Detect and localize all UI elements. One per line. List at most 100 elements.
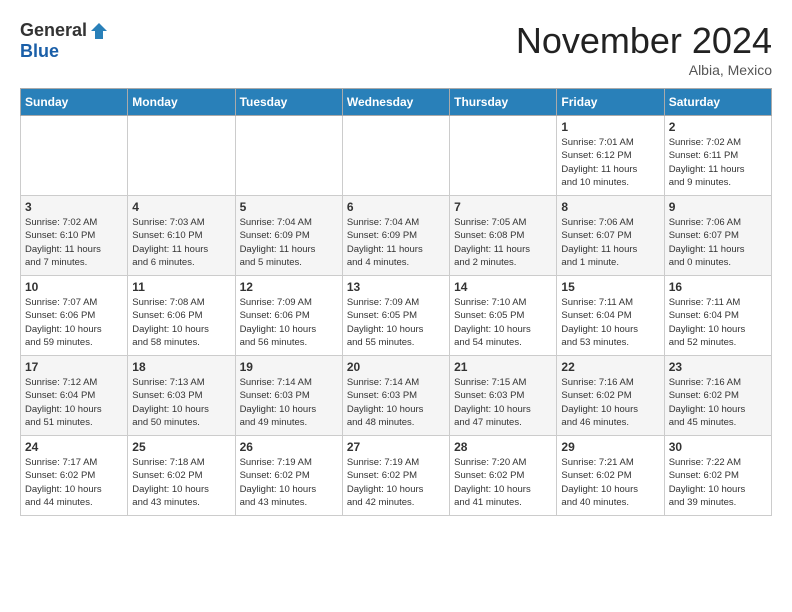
calendar-cell: 21Sunrise: 7:15 AM Sunset: 6:03 PM Dayli… xyxy=(450,356,557,436)
day-info: Sunrise: 7:05 AM Sunset: 6:08 PM Dayligh… xyxy=(454,216,552,269)
day-number: 22 xyxy=(561,360,659,374)
calendar-cell xyxy=(342,116,449,196)
day-info: Sunrise: 7:20 AM Sunset: 6:02 PM Dayligh… xyxy=(454,456,552,509)
calendar-cell: 10 Sunrise: 7:07 AM Sunset: 6:06 PM Dayli… xyxy=(21,276,128,356)
calendar-cell: 22Sunrise: 7:16 AM Sunset: 6:02 PM Dayli… xyxy=(557,356,664,436)
calendar-cell: 4 Sunrise: 7:03 AM Sunset: 6:10 PM Daylig… xyxy=(128,196,235,276)
logo-blue-text: Blue xyxy=(20,41,59,62)
day-info: Sunrise: 7:16 AM Sunset: 6:02 PM Dayligh… xyxy=(669,376,767,429)
day-number: 21 xyxy=(454,360,552,374)
day-number: 18 xyxy=(132,360,230,374)
day-info: Sunrise: 7:11 AM Sunset: 6:04 PM Dayligh… xyxy=(561,296,659,349)
day-number: 5 xyxy=(240,200,338,214)
calendar-week-3: 10 Sunrise: 7:07 AM Sunset: 6:06 PM Dayli… xyxy=(21,276,772,356)
header-tuesday: Tuesday xyxy=(235,89,342,116)
day-info: Sunrise: 7:18 AM Sunset: 6:02 PM Dayligh… xyxy=(132,456,230,509)
day-number: 15 xyxy=(561,280,659,294)
calendar-cell: 6 Sunrise: 7:04 AM Sunset: 6:09 PM Daylig… xyxy=(342,196,449,276)
day-info: Sunrise: 7:21 AM Sunset: 6:02 PM Dayligh… xyxy=(561,456,659,509)
calendar-week-2: 3 Sunrise: 7:02 AM Sunset: 6:10 PM Daylig… xyxy=(21,196,772,276)
day-number: 29 xyxy=(561,440,659,454)
calendar-cell: 26 Sunrise: 7:19 AM Sunset: 6:02 PM Dayli… xyxy=(235,436,342,516)
day-number: 10 xyxy=(25,280,123,294)
day-info: Sunrise: 7:22 AM Sunset: 6:02 PM Dayligh… xyxy=(669,456,767,509)
day-info: Sunrise: 7:12 AM Sunset: 6:04 PM Dayligh… xyxy=(25,376,123,429)
calendar-cell: 7Sunrise: 7:05 AM Sunset: 6:08 PM Daylig… xyxy=(450,196,557,276)
day-info: Sunrise: 7:04 AM Sunset: 6:09 PM Dayligh… xyxy=(347,216,445,269)
day-info: Sunrise: 7:02 AM Sunset: 6:10 PM Dayligh… xyxy=(25,216,123,269)
calendar-cell xyxy=(128,116,235,196)
calendar-body: 1Sunrise: 7:01 AM Sunset: 6:12 PM Daylig… xyxy=(21,116,772,516)
calendar-week-4: 17 Sunrise: 7:12 AM Sunset: 6:04 PM Dayli… xyxy=(21,356,772,436)
location: Albia, Mexico xyxy=(516,62,772,78)
calendar-cell: 19 Sunrise: 7:14 AM Sunset: 6:03 PM Dayli… xyxy=(235,356,342,436)
day-number: 6 xyxy=(347,200,445,214)
calendar-cell: 2Sunrise: 7:02 AM Sunset: 6:11 PM Daylig… xyxy=(664,116,771,196)
day-number: 27 xyxy=(347,440,445,454)
calendar-cell: 30Sunrise: 7:22 AM Sunset: 6:02 PM Dayli… xyxy=(664,436,771,516)
calendar-week-5: 24Sunrise: 7:17 AM Sunset: 6:02 PM Dayli… xyxy=(21,436,772,516)
day-info: Sunrise: 7:14 AM Sunset: 6:03 PM Dayligh… xyxy=(240,376,338,429)
day-info: Sunrise: 7:11 AM Sunset: 6:04 PM Dayligh… xyxy=(669,296,767,349)
header-saturday: Saturday xyxy=(664,89,771,116)
day-info: Sunrise: 7:03 AM Sunset: 6:10 PM Dayligh… xyxy=(132,216,230,269)
calendar-cell: 16 Sunrise: 7:11 AM Sunset: 6:04 PM Dayli… xyxy=(664,276,771,356)
calendar-cell: 17 Sunrise: 7:12 AM Sunset: 6:04 PM Dayli… xyxy=(21,356,128,436)
day-info: Sunrise: 7:02 AM Sunset: 6:11 PM Dayligh… xyxy=(669,136,767,189)
header-monday: Monday xyxy=(128,89,235,116)
logo-icon xyxy=(89,21,109,41)
title-block: November 2024 Albia, Mexico xyxy=(516,20,772,78)
calendar-cell: 3 Sunrise: 7:02 AM Sunset: 6:10 PM Daylig… xyxy=(21,196,128,276)
calendar-cell: 20Sunrise: 7:14 AM Sunset: 6:03 PM Dayli… xyxy=(342,356,449,436)
header-wednesday: Wednesday xyxy=(342,89,449,116)
day-info: Sunrise: 7:06 AM Sunset: 6:07 PM Dayligh… xyxy=(669,216,767,269)
day-info: Sunrise: 7:17 AM Sunset: 6:02 PM Dayligh… xyxy=(25,456,123,509)
day-number: 20 xyxy=(347,360,445,374)
calendar-table: SundayMondayTuesdayWednesdayThursdayFrid… xyxy=(20,88,772,516)
day-number: 8 xyxy=(561,200,659,214)
calendar-header-row: SundayMondayTuesdayWednesdayThursdayFrid… xyxy=(21,89,772,116)
calendar-cell: 13Sunrise: 7:09 AM Sunset: 6:05 PM Dayli… xyxy=(342,276,449,356)
calendar-cell: 25Sunrise: 7:18 AM Sunset: 6:02 PM Dayli… xyxy=(128,436,235,516)
calendar-cell xyxy=(235,116,342,196)
day-info: Sunrise: 7:09 AM Sunset: 6:06 PM Dayligh… xyxy=(240,296,338,349)
day-info: Sunrise: 7:13 AM Sunset: 6:03 PM Dayligh… xyxy=(132,376,230,429)
header-thursday: Thursday xyxy=(450,89,557,116)
calendar-cell: 18 Sunrise: 7:13 AM Sunset: 6:03 PM Dayli… xyxy=(128,356,235,436)
day-number: 3 xyxy=(25,200,123,214)
calendar-cell: 9 Sunrise: 7:06 AM Sunset: 6:07 PM Daylig… xyxy=(664,196,771,276)
day-number: 12 xyxy=(240,280,338,294)
day-info: Sunrise: 7:06 AM Sunset: 6:07 PM Dayligh… xyxy=(561,216,659,269)
day-info: Sunrise: 7:19 AM Sunset: 6:02 PM Dayligh… xyxy=(240,456,338,509)
calendar-cell: 29 Sunrise: 7:21 AM Sunset: 6:02 PM Dayli… xyxy=(557,436,664,516)
day-info: Sunrise: 7:01 AM Sunset: 6:12 PM Dayligh… xyxy=(561,136,659,189)
calendar-cell: 24Sunrise: 7:17 AM Sunset: 6:02 PM Dayli… xyxy=(21,436,128,516)
calendar-cell: 11Sunrise: 7:08 AM Sunset: 6:06 PM Dayli… xyxy=(128,276,235,356)
day-info: Sunrise: 7:07 AM Sunset: 6:06 PM Dayligh… xyxy=(25,296,123,349)
logo-general-text: General xyxy=(20,20,87,41)
day-info: Sunrise: 7:09 AM Sunset: 6:05 PM Dayligh… xyxy=(347,296,445,349)
day-number: 4 xyxy=(132,200,230,214)
calendar-cell: 8 Sunrise: 7:06 AM Sunset: 6:07 PM Daylig… xyxy=(557,196,664,276)
month-title: November 2024 xyxy=(516,20,772,62)
calendar-cell: 15 Sunrise: 7:11 AM Sunset: 6:04 PM Dayli… xyxy=(557,276,664,356)
header-sunday: Sunday xyxy=(21,89,128,116)
calendar-cell: 23 Sunrise: 7:16 AM Sunset: 6:02 PM Dayli… xyxy=(664,356,771,436)
day-number: 26 xyxy=(240,440,338,454)
day-info: Sunrise: 7:04 AM Sunset: 6:09 PM Dayligh… xyxy=(240,216,338,269)
day-info: Sunrise: 7:10 AM Sunset: 6:05 PM Dayligh… xyxy=(454,296,552,349)
day-number: 23 xyxy=(669,360,767,374)
day-info: Sunrise: 7:19 AM Sunset: 6:02 PM Dayligh… xyxy=(347,456,445,509)
day-number: 19 xyxy=(240,360,338,374)
day-number: 17 xyxy=(25,360,123,374)
calendar-cell: 1Sunrise: 7:01 AM Sunset: 6:12 PM Daylig… xyxy=(557,116,664,196)
day-number: 9 xyxy=(669,200,767,214)
logo: General Blue xyxy=(20,20,109,62)
calendar-cell: 27 Sunrise: 7:19 AM Sunset: 6:02 PM Dayli… xyxy=(342,436,449,516)
day-number: 28 xyxy=(454,440,552,454)
calendar-cell: 12 Sunrise: 7:09 AM Sunset: 6:06 PM Dayli… xyxy=(235,276,342,356)
page-header: General Blue November 2024 Albia, Mexico xyxy=(20,20,772,78)
day-info: Sunrise: 7:08 AM Sunset: 6:06 PM Dayligh… xyxy=(132,296,230,349)
day-number: 14 xyxy=(454,280,552,294)
day-number: 16 xyxy=(669,280,767,294)
